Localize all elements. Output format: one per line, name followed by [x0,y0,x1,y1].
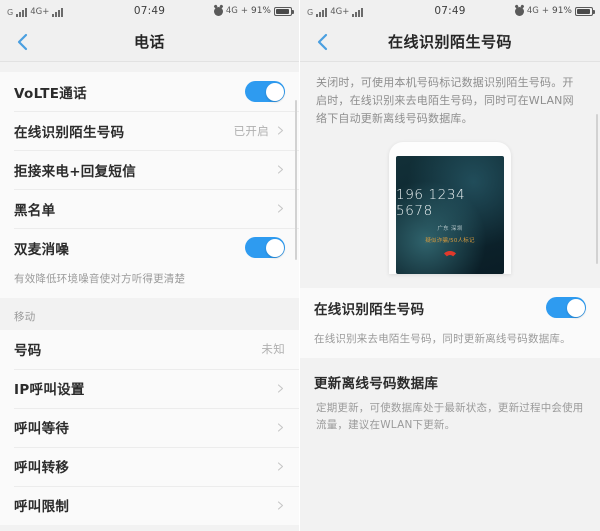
left-nav-bar: 电话 [0,22,299,62]
left-scrollbar[interactable] [295,100,297,260]
left-settings-group-1: VoLTE通话 在线识别陌生号码 已开启 拒接来电+回复短信 黑名单 双麦消噪 … [0,72,299,298]
dual-screenshot: G 4G+ 07:49 4G + 91% 电话 VoLTE通话 在线识别陌生号码… [0,0,600,531]
battery-icon [575,6,595,16]
row-label: 呼叫转移 [14,460,70,477]
preview-phone-number: 196 1234 5678 [396,186,466,219]
page-title: 电话 [133,33,165,51]
phone-mockup: 196 1234 5678 广东 深圳 疑似诈骗/50人标记 [389,142,511,275]
left-phone-screen: G 4G+ 07:49 4G + 91% 电话 VoLTE通话 在线识别陌生号码… [0,0,300,531]
chevron-right-icon [277,384,284,393]
chevron-right-icon [277,204,284,213]
status-bar: G 4G+ 07:49 4G + 91% [0,0,299,22]
alarm-icon [514,6,524,16]
status-bar-right: 4G + 91% [514,5,595,16]
chevron-right-icon [277,501,284,510]
chevron-right-icon [277,462,284,471]
online-identify-description: 在线识别来去电陌生号码，同时更新离线号码数据库。 [300,327,600,359]
row-label: IP呼叫设置 [14,382,85,399]
row-label: 黑名单 [14,202,56,219]
incoming-call-preview: 196 1234 5678 广东 深圳 疑似诈骗/50人标记 [300,138,600,289]
network-type-right-label: 4G [526,5,539,16]
network-type-right-label: 4G [225,5,238,16]
row-dual-mic-noise-cancel[interactable]: 双麦消噪 [0,228,299,267]
row-call-forwarding[interactable]: 呼叫转移 [0,446,299,486]
row-call-waiting[interactable]: 呼叫等待 [0,407,299,447]
network-plus-label: + [541,5,549,16]
alarm-icon [213,6,223,16]
volte-toggle[interactable] [245,81,285,102]
row-label: 呼叫等待 [14,421,70,438]
row-online-identify-toggle[interactable]: 在线识别陌生号码 [300,288,600,328]
hangup-icon [441,251,459,260]
status-bar-right: 4G + 91% [213,5,294,16]
right-scrollbar[interactable] [596,114,598,264]
row-label: 双麦消噪 [14,241,70,258]
row-call-barring[interactable]: 呼叫限制 [0,485,299,525]
row-label: VoLTE通话 [14,85,87,102]
row-reject-call-sms[interactable]: 拒接来电+回复短信 [0,150,299,189]
row-blacklist[interactable]: 黑名单 [0,189,299,228]
row-label: 拒接来电+回复短信 [14,163,137,180]
status-bar-right-screen: G 4G+ 07:49 4G + 91% [300,0,600,22]
section-header-mobile: 移动 [0,297,299,330]
back-chevron-icon [17,33,27,50]
chevron-right-icon [277,423,284,432]
chevron-right-icon [277,165,284,174]
back-chevron-icon [317,33,327,50]
top-gap [0,62,299,72]
right-content: 关闭时，可使用本机号码标记数据识别陌生号码。开启时，在线识别来去电陌生号码，同时… [300,62,600,531]
dual-mic-toggle[interactable] [245,237,285,258]
left-settings-group-2: 号码 未知 IP呼叫设置 呼叫等待 呼叫转移 呼叫限制 [0,329,299,525]
network-plus-label: + [240,5,248,16]
right-nav-bar: 在线识别陌生号码 [300,22,600,62]
update-db-title: 更新离线号码数据库 [300,358,600,393]
battery-percent-label: 91% [250,6,271,16]
right-toggle-group: 在线识别陌生号码 在线识别来去电陌生号码，同时更新离线号码数据库。 [300,288,600,359]
phone-mockup-screen: 196 1234 5678 广东 深圳 疑似诈骗/50人标记 [396,156,504,275]
battery-percent-label: 91% [551,6,572,16]
row-label: 在线识别陌生号码 [314,301,425,318]
back-button[interactable] [0,22,44,62]
dual-mic-description: 有效降低环境噪音使对方听得更清楚 [0,267,299,298]
feature-description: 关闭时，可使用本机号码标记数据识别陌生号码。开启时，在线识别来去电陌生号码，同时… [300,62,600,139]
page-title: 在线识别陌生号码 [387,33,512,51]
preview-location: 广东 深圳 [437,225,463,232]
preview-spam-tag: 疑似诈骗/50人标记 [425,237,475,244]
row-label: 在线识别陌生号码 [14,124,125,141]
row-ip-call-settings[interactable]: IP呼叫设置 [0,368,299,408]
update-db-description: 定期更新，可使数据库处于最新状态，更新过程中会使用流量，建议在WLAN下更新。 [300,392,600,434]
row-label: 号码 [14,343,42,360]
row-volte[interactable]: VoLTE通话 [0,72,299,111]
row-value: 未知 [261,342,285,357]
chevron-right-icon [277,126,284,135]
row-label: 呼叫限制 [14,499,70,516]
battery-icon [274,6,294,16]
left-content: VoLTE通话 在线识别陌生号码 已开启 拒接来电+回复短信 黑名单 双麦消噪 … [0,62,299,531]
back-button[interactable] [300,22,344,62]
right-phone-screen: G 4G+ 07:49 4G + 91% 在线识别陌生号码 关闭时，可使用本机号… [300,0,600,531]
row-online-identify[interactable]: 在线识别陌生号码 已开启 [0,111,299,150]
row-value: 已开启 [233,123,269,138]
online-identify-toggle[interactable] [546,297,586,319]
row-number[interactable]: 号码 未知 [0,329,299,369]
